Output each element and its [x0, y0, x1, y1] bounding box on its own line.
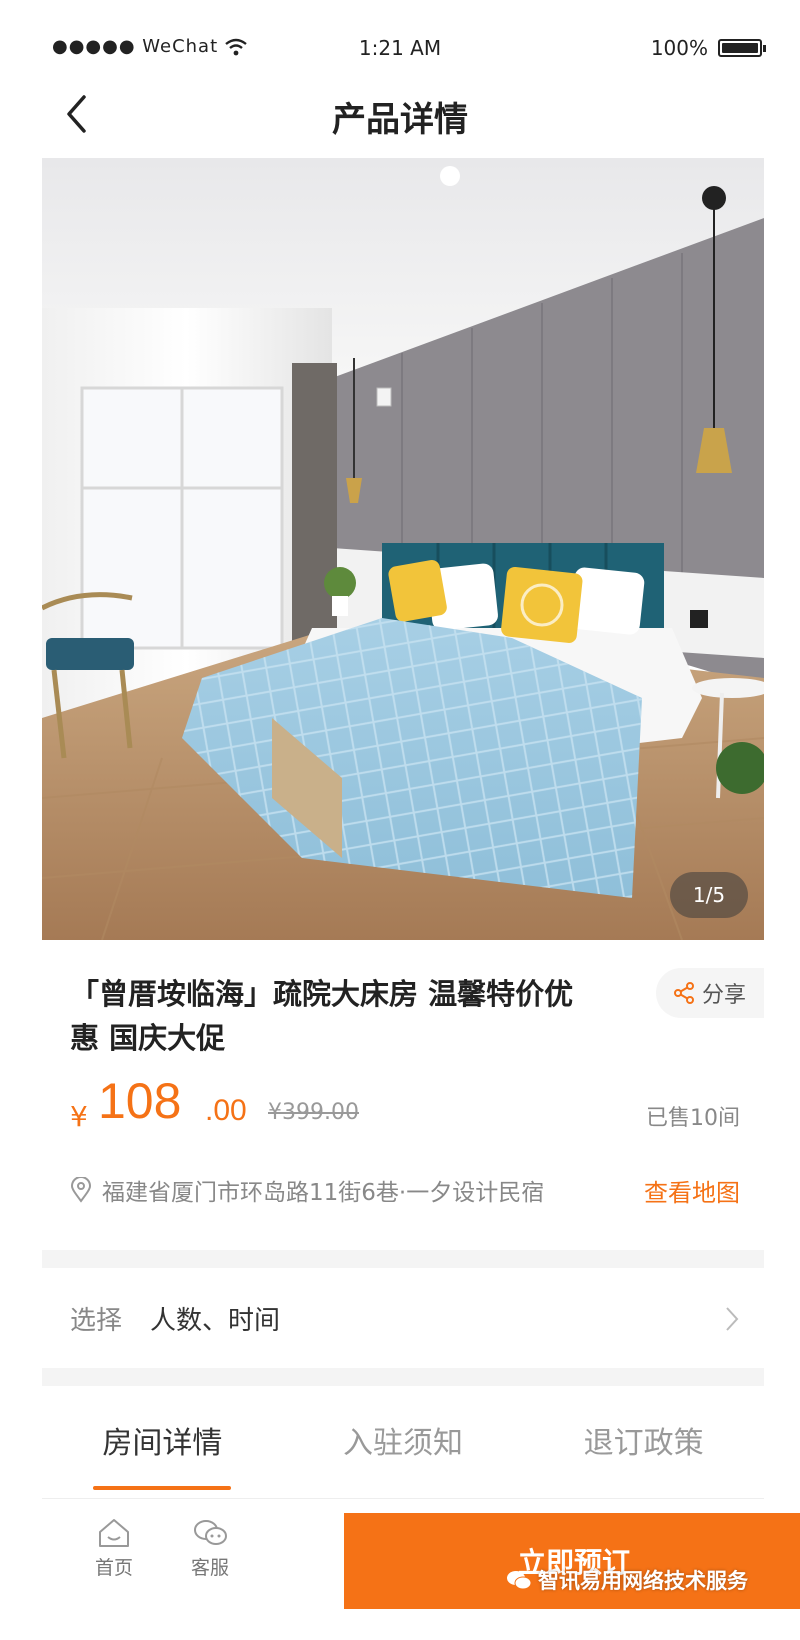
share-button[interactable]: 分享	[656, 968, 764, 1018]
original-price: ¥399.00	[268, 1100, 359, 1125]
wechat-logo-icon	[507, 1571, 532, 1590]
service-label: 客服	[190, 1557, 229, 1579]
image-counter: 1/5	[670, 872, 748, 918]
customer-service-button[interactable]: 客服	[170, 1517, 250, 1580]
product-image-carousel[interactable]: 1/5	[42, 158, 764, 940]
home-icon	[99, 1519, 129, 1547]
chevron-right-icon	[726, 1307, 739, 1331]
battery-icon	[718, 39, 766, 57]
price-row: ¥ 108 .00 ¥399.00 已售10间	[70, 1072, 740, 1142]
view-map-link[interactable]: 查看地图	[644, 1173, 740, 1208]
product-info-card: 「曾厝垵临海」疏院大床房 温馨特价优惠 国庆大促 分享 ¥ 108 .00 ¥3…	[42, 940, 764, 1250]
chat-icon	[194, 1520, 227, 1545]
nav-bar: 产品详情	[0, 80, 800, 152]
tab-check-in-notes[interactable]: 入驻须知	[283, 1386, 524, 1498]
watermark-text: 智讯易用网络技术服务	[538, 1569, 748, 1593]
price-integer: 108	[98, 1073, 182, 1129]
address-text: 福建省厦门市环岛路11街6巷·一夕设计民宿	[102, 1180, 545, 1206]
detail-tabs: 房间详情 入驻须知 退订政策	[42, 1386, 764, 1498]
page-title: 产品详情	[332, 100, 468, 140]
product-title: 「曾厝垵临海」疏院大床房 温馨特价优惠 国庆大促	[70, 977, 574, 1055]
battery-percent: 100%	[650, 36, 708, 60]
share-label: 分享	[702, 983, 747, 1008]
home-label: 首页	[94, 1557, 133, 1579]
address-row: 福建省厦门市环岛路11街6巷·一夕设计民宿 查看地图	[70, 1160, 740, 1220]
bedroom-photo	[42, 158, 764, 940]
section-divider	[42, 1250, 764, 1268]
location-pin-icon	[70, 1177, 92, 1203]
tab-cancellation-policy[interactable]: 退订政策	[523, 1386, 764, 1498]
tab-room-details[interactable]: 房间详情	[42, 1386, 283, 1498]
section-divider	[42, 1368, 764, 1386]
sold-count: 已售10间	[646, 1106, 740, 1131]
watermark: 智讯易用网络技术服务	[506, 1565, 748, 1595]
select-people-time-row[interactable]: 选择 人数、时间	[42, 1268, 764, 1368]
select-label: 选择	[70, 1305, 123, 1336]
home-button[interactable]: 首页	[74, 1517, 154, 1580]
status-battery: 100%	[650, 36, 766, 60]
share-icon	[674, 982, 694, 1004]
status-bar: ●●●●● WeChat 1:21 AM 100%	[0, 0, 800, 80]
price-currency: ¥	[70, 1100, 88, 1133]
price-decimal: .00	[205, 1094, 247, 1127]
select-value: 人数、时间	[150, 1305, 281, 1336]
